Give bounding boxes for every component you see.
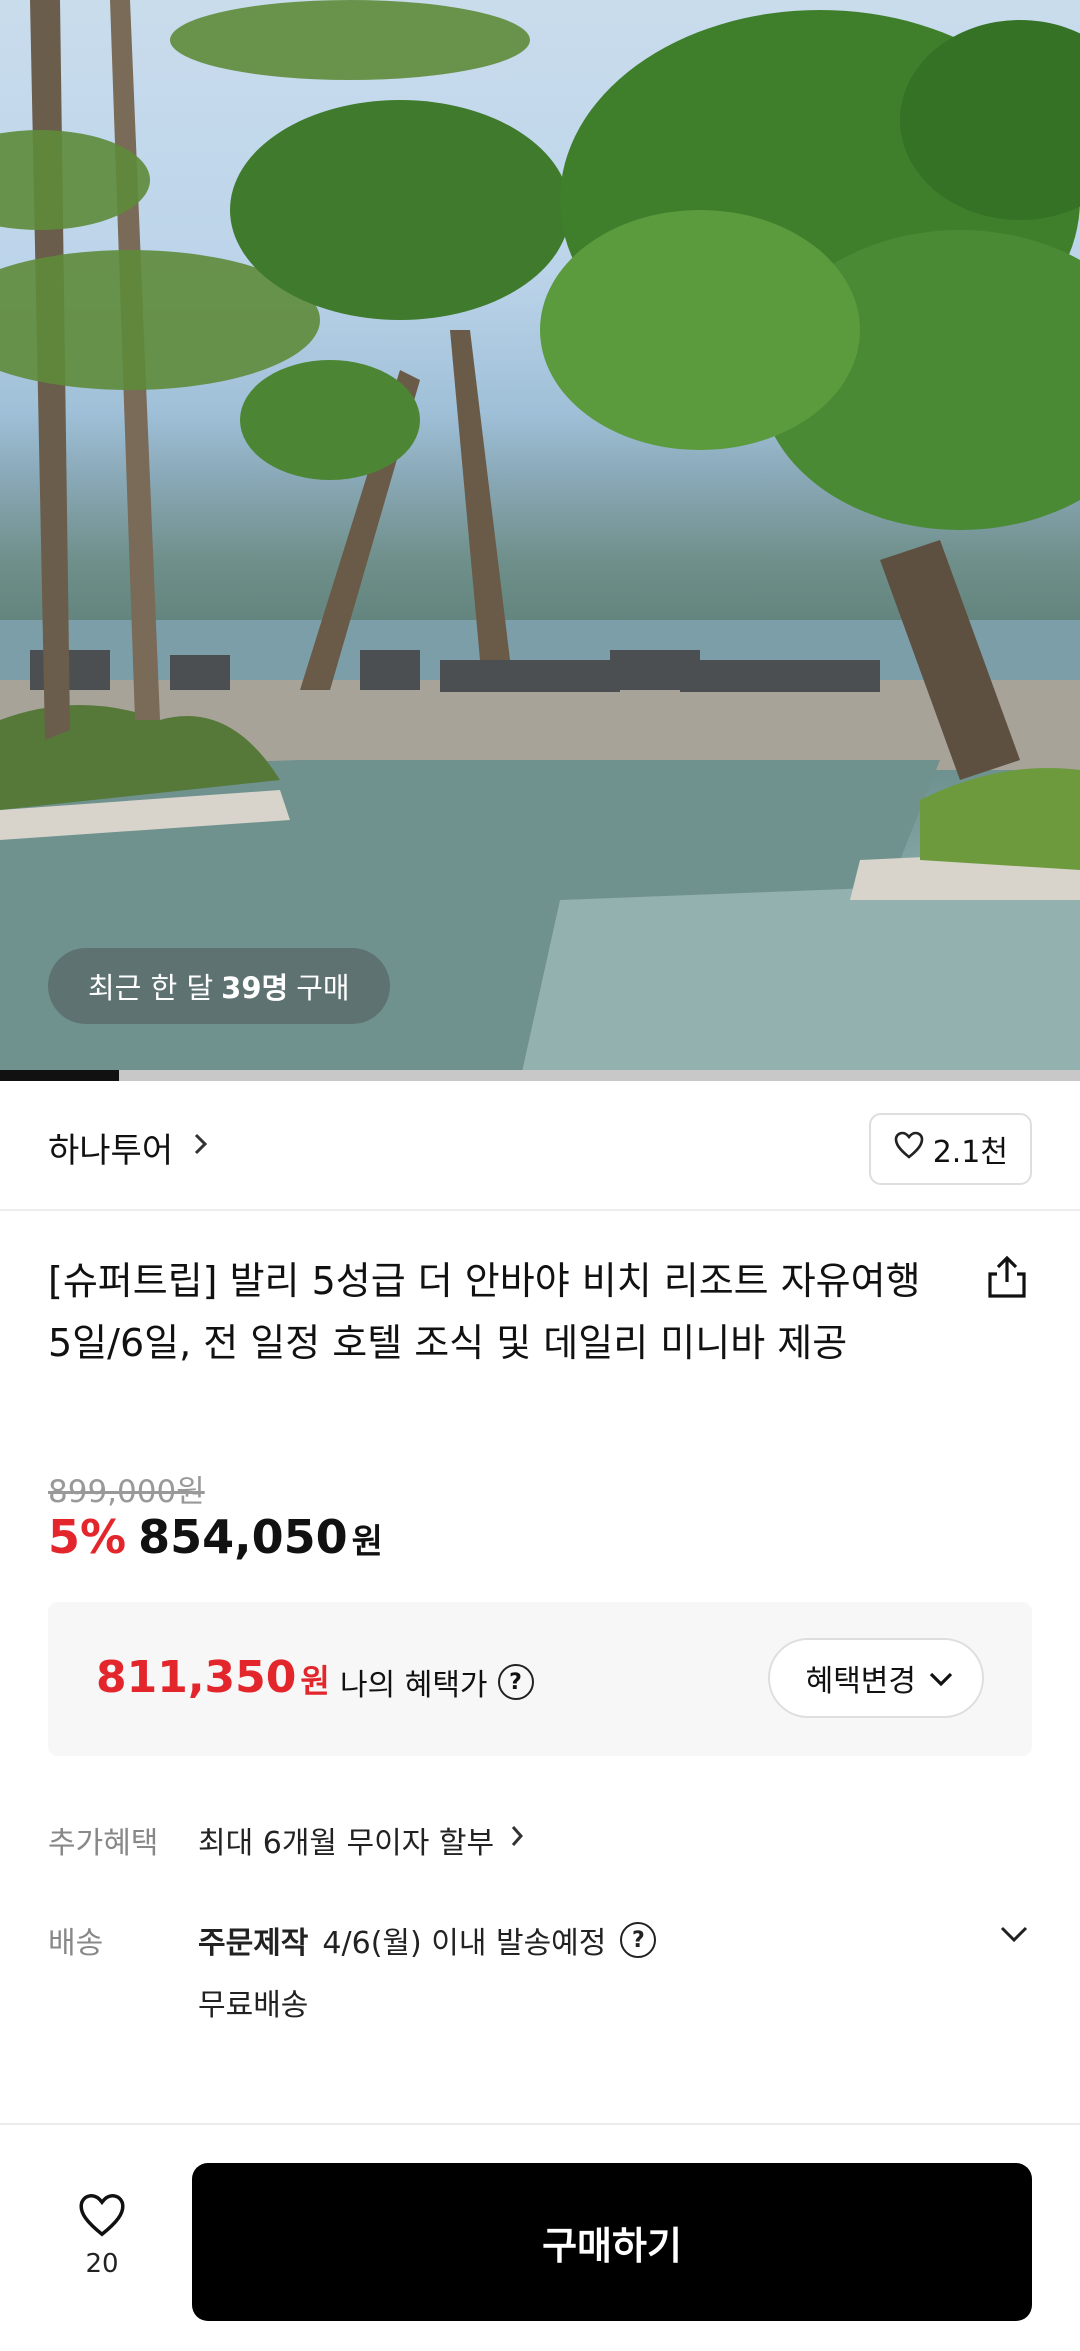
recent-purchase-badge: 최근 한 달 39명 구매 bbox=[48, 948, 390, 1024]
original-price: 899,000원 bbox=[48, 1474, 205, 1510]
discount-rate: 5% bbox=[48, 1510, 127, 1564]
chevron-down-icon bbox=[928, 1661, 954, 1696]
help-icon[interactable]: ? bbox=[497, 1664, 534, 1700]
seller-link[interactable]: 하나투어 bbox=[48, 1123, 211, 1172]
change-benefit-button[interactable]: 혜택변경 bbox=[767, 1638, 984, 1718]
badge-count: 39명 bbox=[221, 971, 289, 1005]
slide-progress-bar bbox=[0, 1070, 1080, 1081]
shipping-expand-icon[interactable] bbox=[996, 1916, 1032, 1952]
product-image[interactable]: 최근 한 달 39명 구매 bbox=[0, 0, 1080, 1081]
help-icon[interactable]: ? bbox=[620, 1922, 657, 1958]
benefit-label-text: 나의 혜택가 bbox=[340, 1668, 488, 1703]
seller-name: 하나투어 bbox=[48, 1131, 174, 1171]
slide-progress-fill bbox=[0, 1070, 119, 1081]
bottom-action-bar: 20 구매하기 bbox=[0, 2123, 1080, 2351]
wish-button[interactable]: 20 bbox=[62, 2191, 142, 2279]
chevron-right-icon bbox=[191, 1129, 211, 1167]
resort-pool-photo bbox=[0, 0, 1080, 1081]
benefit-label: 나의 혜택가 ? bbox=[340, 1660, 534, 1704]
product-title: [슈퍼트립] 발리 5성급 더 안바야 비치 리조트 자유여행 5일/6일, 전… bbox=[48, 1259, 921, 1365]
store-like-button[interactable]: 2.1천 bbox=[868, 1113, 1032, 1185]
extra-benefit-label: 추가혜택 bbox=[48, 1826, 159, 1861]
badge-prefix: 최근 한 달 bbox=[88, 971, 214, 1005]
buy-button[interactable]: 구매하기 bbox=[192, 2163, 1032, 2321]
sale-price-row: 5% 854,050 원 bbox=[48, 1510, 383, 1564]
shipping-info: 주문제작 4/6(월) 이내 발송예정 ? bbox=[198, 1918, 657, 1962]
extra-benefit-link[interactable]: 최대 6개월 무이자 할부 bbox=[198, 1818, 526, 1862]
change-benefit-label: 혜택변경 bbox=[805, 1664, 916, 1699]
seller-row: 하나투어 2.1천 bbox=[0, 1081, 1080, 1211]
benefit-price-unit: 원 bbox=[300, 1662, 330, 1700]
shipping-label: 배송 bbox=[48, 1926, 104, 1961]
extra-benefit-value: 최대 6개월 무이자 할부 bbox=[198, 1826, 495, 1861]
benefit-price-box: 811,350 원 나의 혜택가 ? 혜택변경 bbox=[48, 1602, 1032, 1756]
sale-price: 854,050 bbox=[138, 1510, 348, 1564]
heart-icon bbox=[893, 1130, 925, 1168]
shipping-date: 4/6(월) 이내 발송예정 bbox=[322, 1926, 607, 1961]
benefit-price: 811,350 원 bbox=[96, 1652, 330, 1703]
heart-icon bbox=[76, 2191, 128, 2243]
chevron-right-icon bbox=[508, 1822, 526, 1858]
shipping-fee: 무료배송 bbox=[198, 1988, 309, 2023]
badge-suffix: 구매 bbox=[296, 971, 350, 1005]
benefit-price-value: 811,350 bbox=[96, 1652, 297, 1703]
share-icon[interactable] bbox=[982, 1252, 1032, 1302]
sale-price-unit: 원 bbox=[351, 1522, 383, 1562]
shipping-type: 주문제작 bbox=[198, 1926, 309, 1961]
wish-count: 20 bbox=[85, 2249, 119, 2279]
store-like-count: 2.1천 bbox=[932, 1135, 1008, 1170]
